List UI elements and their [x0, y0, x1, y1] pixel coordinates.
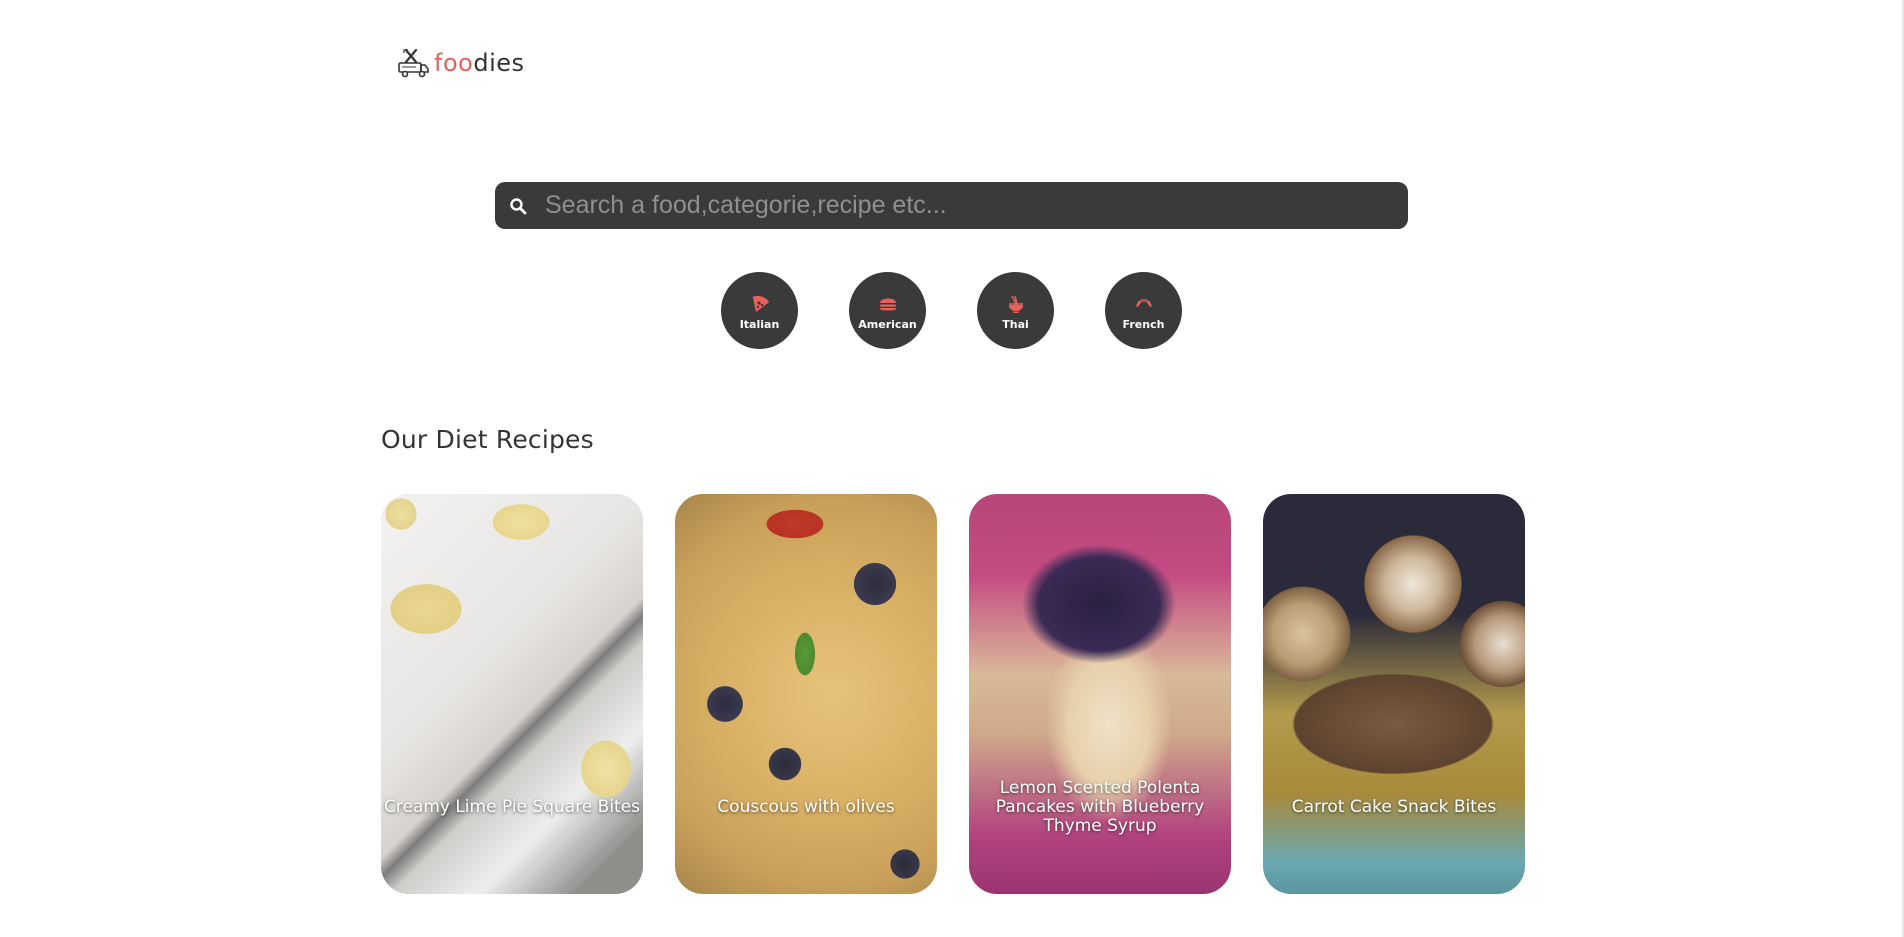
- burger-icon: [879, 298, 896, 311]
- recipe-title-text: Lemon Scented Polenta Pancakes with Blue…: [995, 777, 1205, 836]
- recipe-title-text: Carrot Cake Snack Bites: [1291, 796, 1497, 817]
- pizza-icon: [752, 295, 769, 312]
- category-label: Thai: [1002, 318, 1029, 331]
- search-icon: [510, 197, 527, 214]
- noodles-bowl-icon: [1008, 295, 1023, 313]
- recipe-card[interactable]: Couscous with olives: [675, 494, 937, 894]
- category-american[interactable]: American: [849, 272, 926, 349]
- section-title: Our Diet Recipes: [381, 425, 594, 454]
- recipe-title-text: Creamy Lime Pie Square Bites: [383, 796, 641, 817]
- category-list: Italian American Thai French: [721, 272, 1182, 349]
- category-label: American: [858, 318, 917, 331]
- recipe-title-text: Couscous with olives: [717, 796, 895, 817]
- category-thai[interactable]: Thai: [977, 272, 1054, 349]
- recipe-card[interactable]: Creamy Lime Pie Square Bites: [381, 494, 643, 894]
- category-label: Italian: [739, 318, 780, 331]
- recipe-title: Carrot Cake Snack Bites: [1263, 494, 1525, 894]
- logo-text-accent: foo: [434, 49, 474, 77]
- recipe-title: Lemon Scented Polenta Pancakes with Blue…: [969, 494, 1231, 894]
- recipe-card[interactable]: Carrot Cake Snack Bites: [1263, 494, 1525, 894]
- recipe-card[interactable]: Lemon Scented Polenta Pancakes with Blue…: [969, 494, 1231, 894]
- category-french[interactable]: French: [1105, 272, 1182, 349]
- logo[interactable]: foodies: [396, 46, 525, 80]
- search-input[interactable]: [543, 184, 1408, 227]
- recipe-title: Creamy Lime Pie Square Bites: [381, 494, 643, 894]
- recipe-title: Couscous with olives: [675, 494, 937, 894]
- category-label: French: [1122, 318, 1165, 331]
- croissant-icon: [1135, 299, 1152, 307]
- food-truck-icon: [398, 48, 429, 78]
- category-italian[interactable]: Italian: [721, 272, 798, 349]
- logo-text: foodies: [434, 49, 525, 77]
- search-bar[interactable]: [495, 182, 1408, 229]
- page: foodies Italian American: [0, 0, 1904, 937]
- logo-text-rest: dies: [473, 49, 525, 77]
- recipe-card-list: Creamy Lime Pie Square Bites Couscous wi…: [381, 494, 1525, 894]
